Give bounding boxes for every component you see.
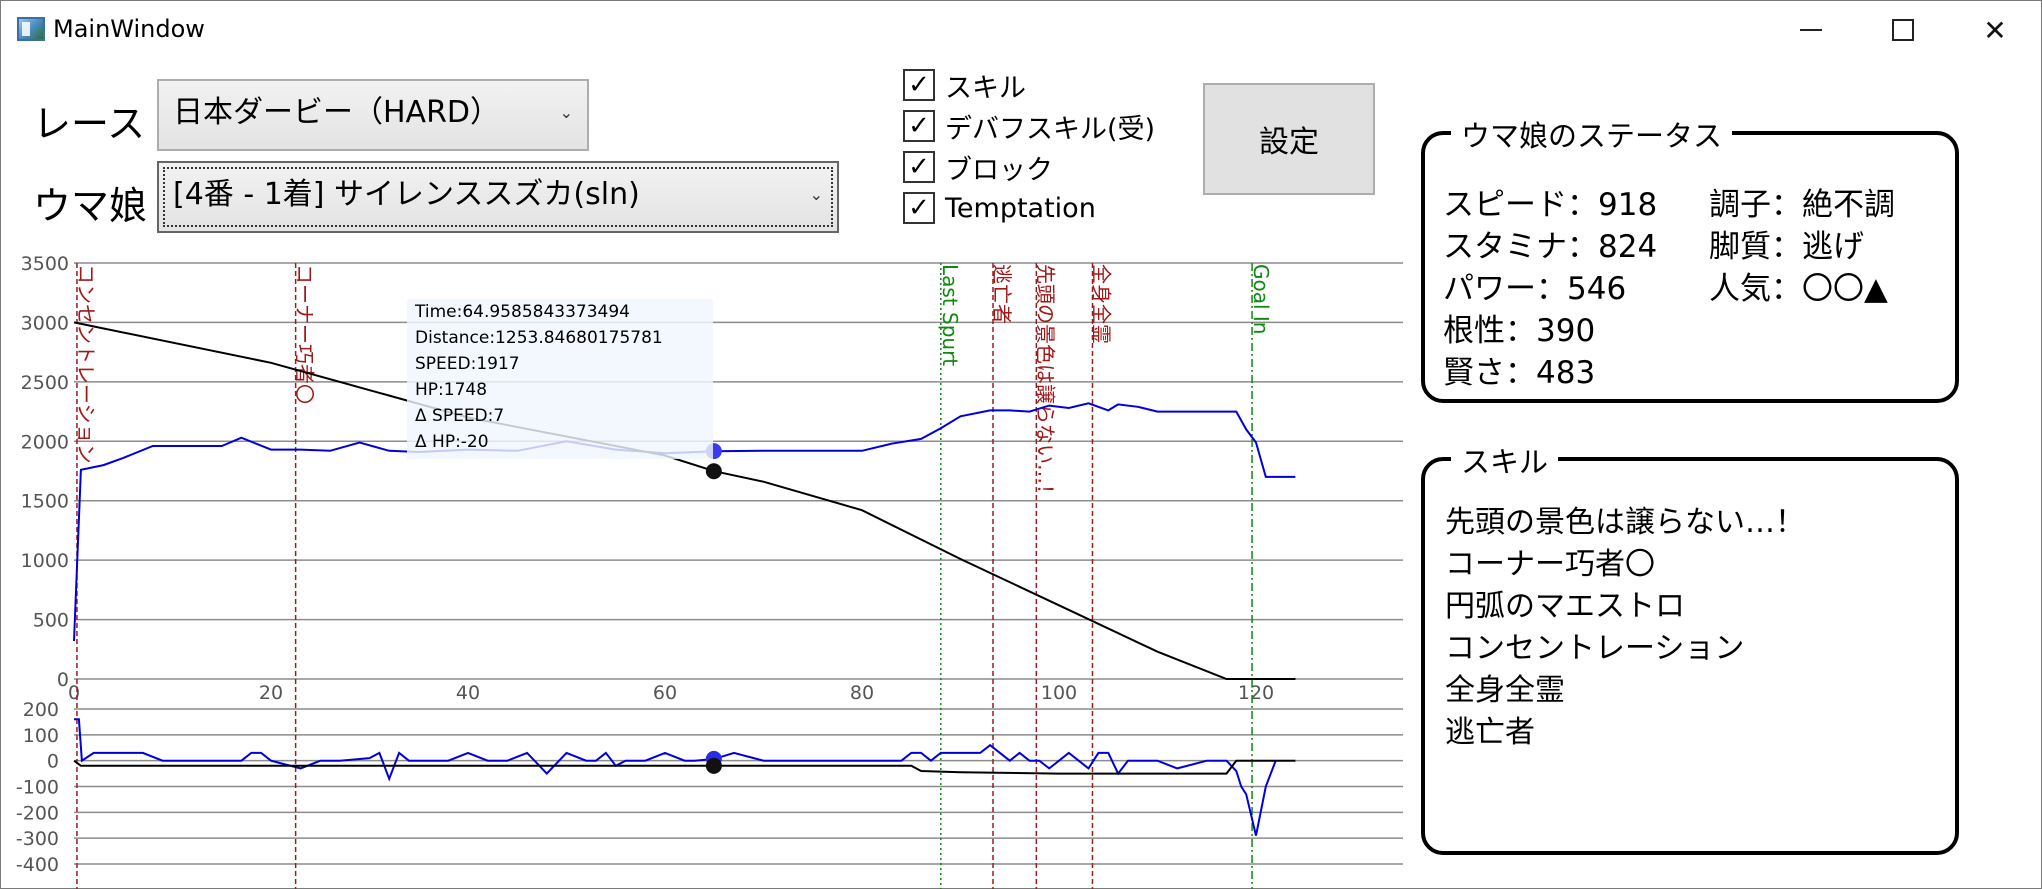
race-select[interactable]: 日本ダービー（HARD） ⌄: [157, 79, 589, 151]
race-select-value: 日本ダービー（HARD）: [173, 95, 501, 130]
y-tick-label: 200: [23, 699, 59, 721]
tooltip-speed: SPEED:1917: [415, 354, 520, 374]
check-icon: ✓: [903, 69, 935, 101]
dhp-cursor-point: [705, 757, 722, 774]
skill-item: 逃亡者: [1445, 715, 1535, 750]
marker-label: 逃亡者: [990, 264, 1014, 324]
horse-label: ウマ娘: [33, 184, 148, 228]
y-tick-label: -400: [16, 854, 59, 876]
x-tick-label: 100: [1041, 682, 1077, 704]
y-tick-label: 3000: [21, 312, 69, 334]
chevron-down-icon: ⌄: [809, 185, 823, 204]
y-tick-label: 1500: [21, 491, 69, 513]
maximize-icon: [1892, 19, 1914, 41]
y-tick-label: 1000: [21, 550, 69, 572]
y-tick-label: 3500: [21, 253, 69, 275]
window-title: MainWindow: [53, 15, 205, 43]
marker-label: 先頭の景色は譲らない…！: [1033, 264, 1057, 504]
skill-checkbox[interactable]: ✓ スキル: [903, 67, 1026, 104]
tooltip-distance: Distance:1253.84680175781: [415, 328, 663, 348]
skill-item: コンセントレーション: [1445, 631, 1745, 666]
stat-wisdom: 賢さ：483: [1443, 355, 1596, 391]
stat-condition: 調子：絶不調: [1709, 187, 1895, 223]
temptation-checkbox-label: Temptation: [945, 192, 1096, 224]
marker-label: コーナー巧者〇: [293, 264, 317, 404]
stat-stamina: スタミナ：824: [1443, 229, 1658, 265]
race-label: レース: [33, 102, 146, 146]
chevron-down-icon: ⌄: [559, 103, 573, 122]
skill-item: 先頭の景色は譲らない…！: [1445, 505, 1805, 540]
check-icon: ✓: [903, 151, 935, 183]
skills-group-title: スキル: [1451, 439, 1559, 481]
x-tick-label: 40: [456, 682, 480, 704]
status-group-title: ウマ娘のステータス: [1451, 113, 1733, 155]
title-bar[interactable]: MainWindow ✕: [1, 1, 2041, 59]
skill-item: 円弧のマエストロ: [1445, 589, 1685, 624]
y-tick-label: -300: [16, 828, 59, 850]
debuff-skill-checkbox-label: デバフスキル(受): [945, 113, 1156, 145]
check-icon: ✓: [903, 110, 935, 142]
skill-checkbox-label: スキル: [945, 72, 1026, 104]
dspeed-series-line: [74, 718, 1277, 836]
skills-group: スキル 先頭の景色は譲らない…！ コーナー巧者〇 円弧のマエストロ コンセントレ…: [1421, 439, 1959, 855]
settings-button[interactable]: 設定: [1203, 83, 1375, 195]
status-group: ウマ娘のステータス スピード：918 スタミナ：824 パワー：546 根性：3…: [1421, 113, 1959, 403]
close-icon: ✕: [1983, 13, 2007, 47]
hp-cursor-point: [705, 463, 722, 480]
skill-item: コーナー巧者〇: [1445, 547, 1655, 582]
block-checkbox[interactable]: ✓ ブロック: [903, 149, 1053, 186]
y-tick-label: -200: [16, 802, 59, 824]
y-tick-label: 2500: [21, 372, 69, 394]
skill-item: 全身全霊: [1445, 673, 1565, 708]
maximize-button[interactable]: [1857, 1, 1949, 59]
temptation-checkbox[interactable]: ✓ Temptation: [903, 190, 1096, 226]
x-tick-label: 20: [259, 682, 283, 704]
y-tick-label: 500: [33, 610, 69, 632]
x-tick-label: 0: [68, 682, 80, 704]
stat-guts: 根性：390: [1443, 313, 1596, 349]
minimize-icon: [1800, 29, 1822, 31]
stat-power: パワー：546: [1443, 271, 1627, 307]
stat-popularity: 人気：〇〇▲: [1709, 271, 1888, 307]
marker-label: コンセントレーション: [74, 264, 98, 464]
stat-speed: スピード：918: [1443, 187, 1658, 223]
y-tick-label: 100: [23, 725, 59, 747]
close-button[interactable]: ✕: [1949, 1, 2041, 59]
x-tick-label: 80: [850, 682, 874, 704]
check-icon: ✓: [903, 192, 935, 224]
minimize-button[interactable]: [1765, 1, 1857, 59]
x-tick-label: 120: [1238, 682, 1274, 704]
tooltip-dspeed: Δ SPEED:7: [415, 406, 505, 426]
marker-label: 全身全霊: [1089, 264, 1113, 344]
horse-select-value: [4番 - 1着] サイレンススズカ(sln): [173, 177, 640, 212]
y-tick-label: 2000: [21, 431, 69, 453]
app-icon: [17, 17, 45, 41]
y-tick-label: 0: [47, 751, 59, 773]
tooltip-hp: HP:1748: [415, 380, 488, 400]
x-tick-label: 60: [653, 682, 677, 704]
marker-label: Goal In: [1249, 264, 1273, 334]
marker-label: Last Spurt: [938, 264, 962, 366]
tooltip-dhp: Δ HP:-20: [415, 432, 489, 452]
y-tick-label: -100: [16, 777, 59, 799]
debuff-skill-checkbox[interactable]: ✓ デバフスキル(受): [903, 108, 1156, 145]
stat-style: 脚質：逃げ: [1709, 229, 1864, 265]
tooltip-time: Time:64.9585843373494: [415, 302, 630, 322]
chart-tooltip: Time:64.9585843373494 Distance:1253.8468…: [407, 299, 713, 459]
block-checkbox-label: ブロック: [945, 154, 1053, 186]
main-window: MainWindow ✕ レース 日本ダービー（HARD） ⌄ ウマ娘 [4番 …: [0, 0, 2042, 889]
horse-select[interactable]: [4番 - 1着] サイレンススズカ(sln) ⌄: [157, 161, 839, 233]
